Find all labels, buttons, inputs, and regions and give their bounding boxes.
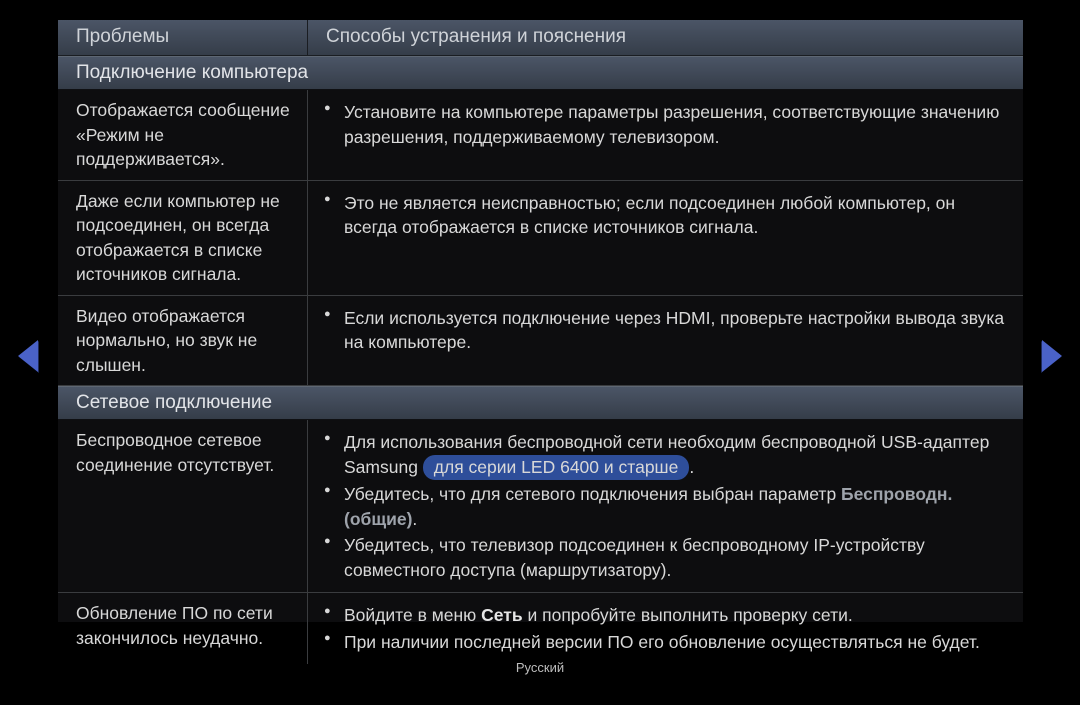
solution-bullet: Если используется подключение через HDMI… — [322, 306, 1009, 355]
solution-bullet: Это не является неисправностью; если под… — [322, 191, 1009, 240]
table-row: Беспроводное сетевое соединение отсутств… — [58, 420, 1023, 593]
solution-bullet: Для использования беспроводной сети необ… — [322, 430, 1009, 480]
table-row: Обновление ПО по сети закончилось неудач… — [58, 593, 1023, 664]
model-series-pill: для серии LED 6400 и старше — [423, 455, 690, 481]
section-computer-connection: Подключение компьютера — [58, 56, 1023, 90]
solution-cell: Установите на компьютере параметры разре… — [308, 90, 1023, 180]
troubleshooting-panel: Проблемы Способы устранения и пояснения … — [58, 20, 1023, 622]
solution-bullet: Войдите в меню Сеть и попробуйте выполни… — [322, 603, 1009, 628]
table-row: Отображается сообщение «Режим не поддерж… — [58, 90, 1023, 181]
solution-cell: Это не является неисправностью; если под… — [308, 181, 1023, 295]
bullet-post: и попробуйте выполнить проверку сети. — [523, 605, 853, 625]
problem-text: Отображается сообщение «Режим не поддерж… — [58, 90, 308, 180]
table-row: Видео отображается нормально, но звук не… — [58, 296, 1023, 387]
solution-cell: Войдите в меню Сеть и попробуйте выполни… — [308, 593, 1023, 664]
solution-bullet: Убедитесь, что для сетевого подключения … — [322, 482, 1009, 531]
table-row: Даже если компьютер не подсоединен, он в… — [58, 181, 1023, 296]
problem-text: Обновление ПО по сети закончилось неудач… — [58, 593, 308, 664]
page: Проблемы Способы устранения и пояснения … — [0, 0, 1080, 705]
next-page-arrow[interactable] — [1042, 340, 1062, 372]
bullet-trail: . — [412, 509, 417, 529]
solution-bullet: Установите на компьютере параметры разре… — [322, 100, 1009, 149]
col-header-solutions: Способы устранения и пояснения — [308, 20, 1023, 55]
problem-text: Беспроводное сетевое соединение отсутств… — [58, 420, 308, 592]
menu-name: Сеть — [481, 605, 522, 625]
solution-bullet: При наличии последней версии ПО его обно… — [322, 630, 1009, 655]
solution-cell: Если используется подключение через HDMI… — [308, 296, 1023, 386]
table-header: Проблемы Способы устранения и пояснения — [58, 20, 1023, 56]
solution-bullet: Убедитесь, что телевизор подсоединен к б… — [322, 533, 1009, 582]
footer-language: Русский — [0, 660, 1080, 675]
problem-text: Даже если компьютер не подсоединен, он в… — [58, 181, 308, 295]
problem-text: Видео отображается нормально, но звук не… — [58, 296, 308, 386]
section-network-connection: Сетевое подключение — [58, 386, 1023, 420]
solution-cell: Для использования беспроводной сети необ… — [308, 420, 1023, 592]
prev-page-arrow[interactable] — [18, 340, 38, 372]
bullet-trail: . — [689, 457, 694, 477]
bullet-text: Убедитесь, что для сетевого подключения … — [344, 484, 841, 504]
bullet-pre: Войдите в меню — [344, 605, 481, 625]
col-header-problems: Проблемы — [58, 20, 308, 55]
